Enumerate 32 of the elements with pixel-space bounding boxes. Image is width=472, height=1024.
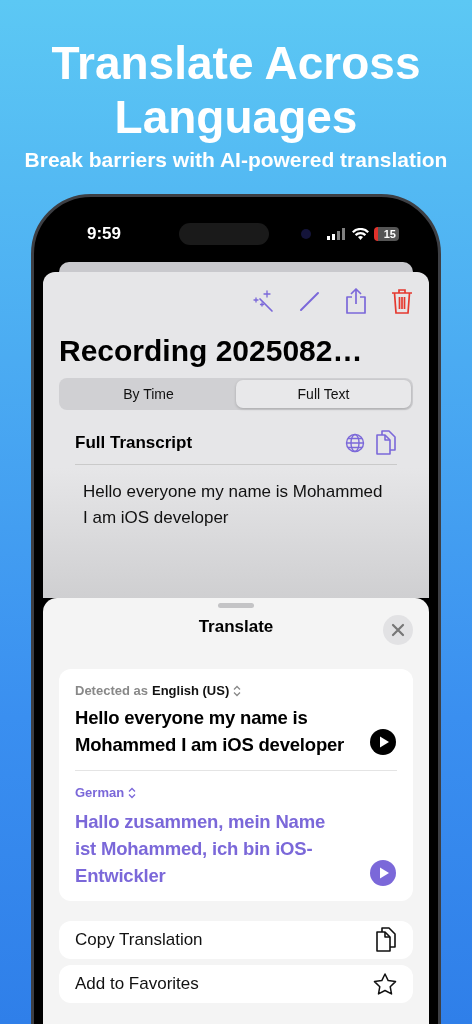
section-title: Full Transcript (75, 433, 194, 453)
signal-icon (326, 227, 347, 240)
share-icon[interactable] (345, 288, 367, 314)
battery-indicator: 15 (373, 226, 399, 241)
translated-text: Hallo zusammen, mein Name ist Mohammed, ich bin iOS-Entwickler (75, 810, 326, 888)
close-button[interactable] (383, 615, 413, 645)
chevron-updown-icon (128, 786, 137, 799)
pencil-icon[interactable] (299, 290, 321, 312)
action-row[interactable]: Copy Translation (59, 921, 413, 959)
subheadline: Break barriers with AI-powered translation (23, 148, 449, 172)
headline: Translate Across Languages (50, 36, 422, 144)
segment-tab[interactable]: Full Text (236, 380, 411, 408)
action-row[interactable]: Add to Favorites (59, 965, 413, 1003)
status-time: 9:59 (87, 223, 123, 244)
copy-icon[interactable] (375, 927, 397, 953)
sheet-title: Translate (198, 617, 274, 637)
target-language[interactable]: German (75, 785, 125, 800)
detected-label: Detected as (75, 683, 148, 698)
camera-dot (301, 228, 311, 239)
close-icon (391, 623, 405, 637)
source-text: Hello everyone my name is Mohammed I am iOS developer (75, 706, 346, 757)
globe-icon[interactable] (345, 433, 365, 453)
play-button[interactable] (369, 728, 397, 756)
chevron-updown-icon (233, 684, 242, 697)
segment-tab[interactable]: By Time (61, 380, 236, 408)
magic-wand-icon[interactable] (251, 289, 275, 313)
wifi-icon (351, 227, 369, 240)
trash-icon[interactable] (391, 288, 413, 314)
source-language[interactable]: English (US) (152, 683, 230, 698)
star-icon (373, 973, 397, 995)
transcript-text: Hello everyone my name is Mohammed I am iOS developer (83, 481, 384, 529)
recording-title: Recording 2025082… (59, 334, 364, 368)
